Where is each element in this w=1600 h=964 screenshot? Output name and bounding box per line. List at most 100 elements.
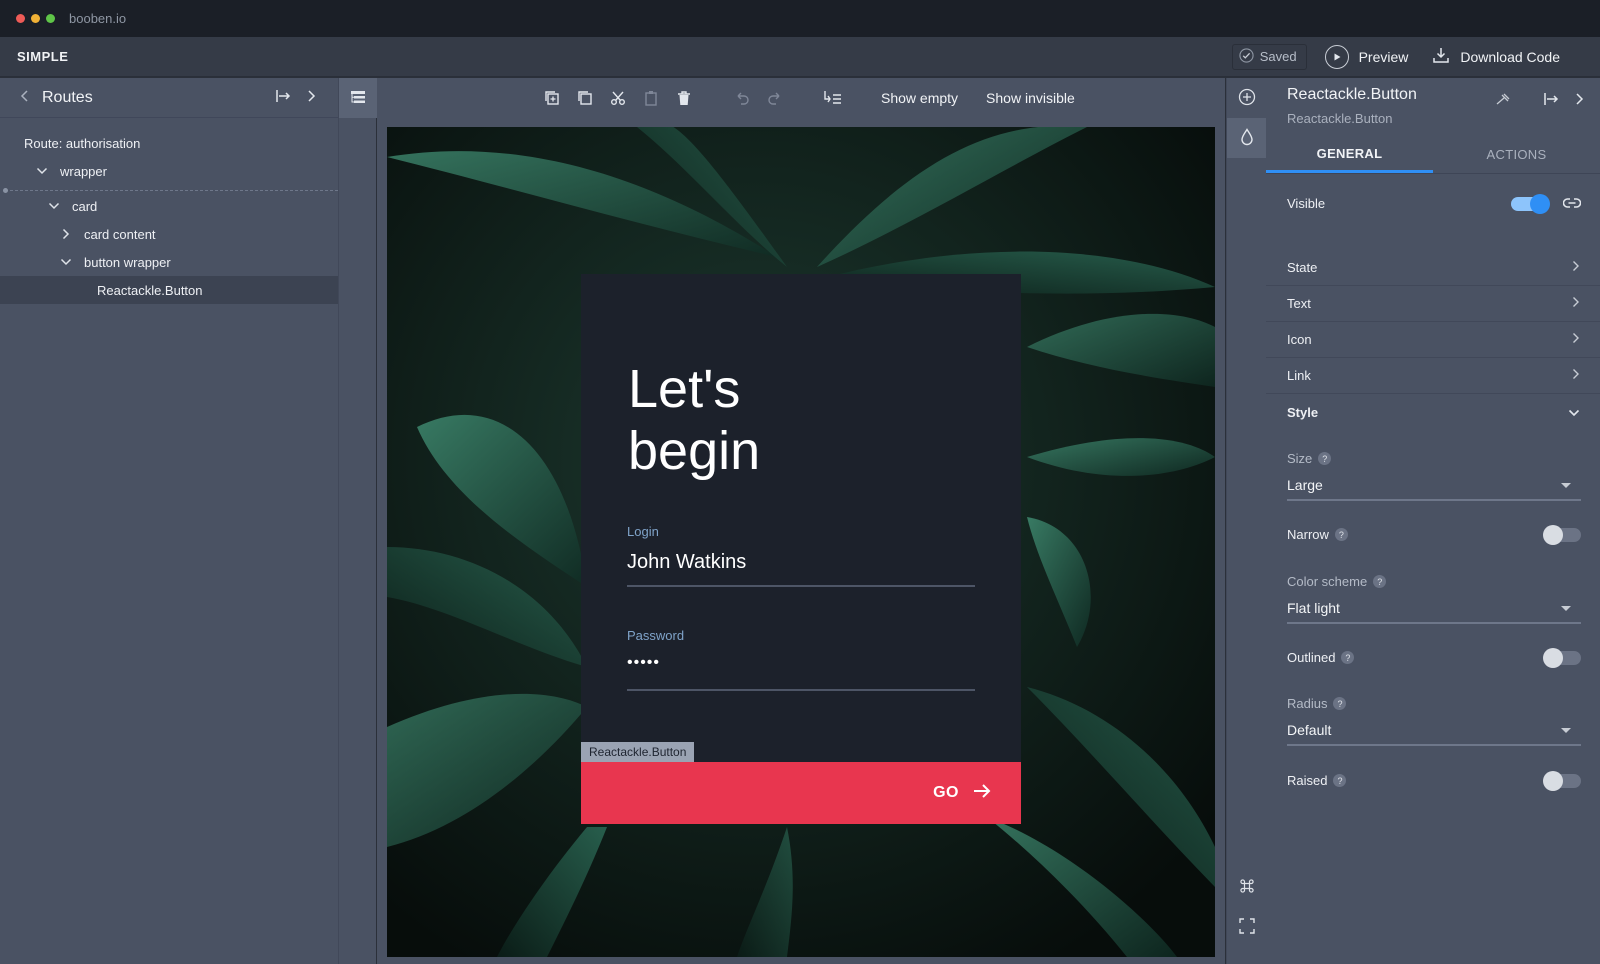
password-underline [627,689,975,691]
saved-status-badge: Saved [1231,43,1307,70]
color-scheme-label-text: Color scheme [1287,574,1368,589]
outline-list-icon[interactable] [823,88,843,108]
droplet-icon [1240,127,1254,149]
outlined-row: Outlined ? [1287,647,1581,668]
narrow-label: Narrow [1287,527,1329,542]
help-icon[interactable]: ? [1333,697,1347,710]
canvas-toolbar: Show empty Show invisible [377,78,1225,118]
show-invisible-toggle[interactable]: Show invisible [986,90,1075,106]
chevron-right-icon[interactable] [1574,92,1584,109]
preview-canvas[interactable]: Let's begin Login John Watkins Password … [387,127,1215,957]
color-scheme-label: Color scheme ? [1287,574,1387,589]
help-icon[interactable]: ? [1334,528,1348,541]
section-label: Link [1287,368,1311,383]
chevron-down-icon[interactable] [60,258,72,266]
window-controls [16,14,55,23]
help-icon[interactable]: ? [1373,575,1387,588]
tree-item-wrapper[interactable]: wrapper [0,157,338,185]
help-icon[interactable]: ? [1333,774,1347,787]
tree-item-card[interactable]: card [0,192,338,220]
redo-icon[interactable] [765,88,785,108]
tab-general[interactable]: GENERAL [1266,136,1433,173]
section-link[interactable]: Link [1266,358,1600,394]
component-title[interactable]: Reactackle.Button [1287,86,1417,104]
routes-panel: Routes Route: authorisation wrapper card… [0,78,338,964]
chevron-right-icon [1572,332,1580,347]
login-label: Login [627,524,659,539]
visible-toggle[interactable] [1511,193,1550,214]
project-name: SIMPLE [17,49,69,64]
chevron-down-icon[interactable] [48,202,60,210]
password-field[interactable]: ••••• [627,654,660,672]
chevron-right-icon[interactable] [60,228,72,240]
radius-select[interactable]: Default [1287,716,1581,746]
radius-value: Default [1287,722,1332,738]
collapse-panel-icon[interactable] [276,89,292,106]
chevron-down-icon[interactable] [36,167,48,175]
undo-icon[interactable] [732,88,752,108]
pin-icon[interactable] [1496,92,1512,109]
check-circle-icon [1239,47,1254,66]
color-scheme-select[interactable]: Flat light [1287,594,1581,624]
narrow-toggle[interactable] [1543,524,1581,545]
section-style[interactable]: Style [1266,394,1600,430]
chevron-right-icon [1572,260,1580,275]
radius-label: Radius ? [1287,696,1347,711]
section-text[interactable]: Text [1266,286,1600,322]
narrow-row: Narrow ? [1287,524,1581,545]
style-panel-button[interactable] [1227,118,1267,158]
tree-item-button-wrapper[interactable]: button wrapper [0,248,338,276]
raised-toggle[interactable] [1543,770,1581,791]
go-button-label: GO [933,784,959,801]
tab-actions[interactable]: ACTIONS [1433,136,1600,173]
back-chevron-icon[interactable] [20,89,30,106]
copy-icon[interactable] [575,88,595,108]
properties-tabs: GENERAL ACTIONS [1266,136,1600,174]
chevron-down-icon [1568,405,1580,420]
login-field[interactable]: John Watkins [627,551,746,574]
preview-button[interactable]: Preview [1324,44,1408,69]
section-state[interactable]: State [1266,250,1600,286]
raised-row: Raised ? [1287,770,1581,791]
routes-panel-header: Routes [0,78,338,118]
color-scheme-value: Flat light [1287,600,1340,616]
close-window-button[interactable] [16,14,25,23]
card-heading: Let's begin [628,358,928,482]
fullscreen-button[interactable] [1227,907,1267,947]
command-icon [1239,878,1255,897]
size-select[interactable]: Large [1287,471,1581,501]
duplicate-icon[interactable] [542,88,562,108]
collapse-panel-icon[interactable] [1544,92,1560,109]
tree-toggle-strip [338,78,377,964]
caret-down-icon [1561,605,1571,611]
add-component-button[interactable] [1227,78,1267,118]
minimize-window-button[interactable] [31,14,40,23]
download-code-button[interactable]: Download Code [1432,46,1560,67]
section-label: Icon [1287,332,1312,347]
cut-icon[interactable] [608,88,628,108]
paste-icon[interactable] [641,88,661,108]
section-icon[interactable]: Icon [1266,322,1600,358]
help-icon[interactable]: ? [1341,651,1355,664]
shortcuts-button[interactable] [1227,867,1267,907]
show-empty-toggle[interactable]: Show empty [881,90,958,106]
selected-component-tag: Reactackle.Button [581,742,695,762]
tree-item-route[interactable]: Route: authorisation [0,129,338,157]
heading-line-2: begin [628,421,761,481]
maximize-window-button[interactable] [46,14,55,23]
download-icon [1432,46,1450,67]
window-titlebar: booben.io [0,0,1600,37]
go-button[interactable]: GO [581,762,1021,824]
outlined-toggle[interactable] [1543,647,1581,668]
chevron-right-icon[interactable] [306,89,316,106]
drop-indicator-dot [3,188,8,193]
section-label: Text [1287,296,1311,311]
tree-view-button[interactable] [339,78,377,118]
trash-icon[interactable] [674,88,694,108]
link-icon[interactable] [1562,196,1582,211]
help-icon[interactable]: ? [1318,452,1332,465]
tree-structure-icon [350,90,366,107]
tree-item-reactackle-button[interactable]: Reactackle.Button [0,276,338,304]
tree-item-card-content[interactable]: card content [0,220,338,248]
radius-label-text: Radius [1287,696,1328,711]
